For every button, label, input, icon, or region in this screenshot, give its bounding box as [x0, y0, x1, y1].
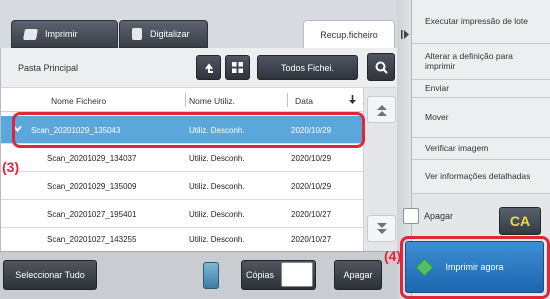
bottom-bar: Seleccionar Tudo Cópias Apagar [0, 251, 397, 299]
copies-input[interactable] [281, 262, 313, 287]
file-row[interactable]: Scan_20201029_134037 Utiliz. Desconh. 20… [1, 144, 363, 172]
print-icon [23, 28, 38, 40]
tab-scan[interactable]: Digitalizar [119, 20, 208, 48]
folder-path-label: Pasta Principal [18, 63, 79, 73]
clear-all-label: CA [509, 213, 531, 229]
storage-device-icon [203, 262, 219, 289]
all-files-filter-button[interactable]: Todos Fichei. [257, 55, 358, 80]
delete-checkbox-label: Apagar [424, 211, 454, 221]
tab-print[interactable]: Imprimir [11, 20, 118, 48]
file-date: 2020/10/27 [291, 235, 332, 244]
file-date: 2020/10/29 [291, 182, 332, 191]
callout-label-3: (3) [2, 159, 20, 175]
file-name: Scan_20201027_143255 [47, 235, 137, 244]
column-divider [185, 93, 186, 107]
column-divider [287, 93, 288, 107]
menu-move[interactable]: Mover [412, 98, 550, 138]
callout-box-selected-row [12, 112, 365, 148]
menu-batch-print-label: Executar impressão de lote [425, 15, 528, 26]
clear-all-button[interactable]: CA [499, 207, 541, 235]
file-row[interactable]: Scan_20201027_143255 Utiliz. Desconh. 20… [1, 228, 363, 251]
scrollbar[interactable] [363, 88, 398, 251]
file-name: Scan_20201029_134037 [47, 154, 137, 163]
file-row[interactable]: Scan_20201029_135009 Utiliz. Desconh. 20… [1, 172, 363, 200]
scroll-up-button[interactable] [367, 96, 396, 123]
delete-button-label: Apagar [343, 270, 373, 280]
all-files-filter-label: Todos Fichei. [280, 62, 335, 73]
file-panel: Pasta Principal Todos Fichei. Nome Fiche… [0, 48, 398, 251]
file-row[interactable]: Scan_20201027_195401 Utiliz. Desconh. 20… [1, 200, 363, 228]
grid-view-icon [232, 62, 243, 73]
menu-send[interactable]: Enviar [412, 80, 550, 98]
menu-detailed-info-label: Ver informações detalhadas [425, 170, 531, 181]
menu-change-print-settings-label: Alterar a definição para imprimir [425, 50, 513, 71]
select-all-button[interactable]: Seleccionar Tudo [3, 260, 97, 290]
tab-file-retrieve[interactable]: Recup.ficheiro [303, 20, 395, 48]
path-bar: Pasta Principal Todos Fichei. [1, 48, 398, 88]
menu-move-label: Mover [425, 111, 449, 122]
scan-icon [132, 28, 142, 40]
callout-label-4: (4) [384, 248, 402, 264]
file-user: Utiliz. Desconh. [189, 154, 245, 163]
menu-send-label: Enviar [425, 82, 450, 93]
file-user: Utiliz. Desconh. [189, 235, 245, 244]
callout-box-print-now [400, 236, 550, 299]
file-user: Utiliz. Desconh. [189, 182, 245, 191]
column-header-filename[interactable]: Nome Ficheiro [51, 96, 106, 106]
select-all-label: Seleccionar Tudo [15, 270, 85, 280]
file-user: Utiliz. Desconh. [189, 210, 245, 219]
collapse-arrow-icon [401, 30, 409, 39]
file-date: 2020/10/27 [291, 210, 332, 219]
file-name: Scan_20201027_195401 [47, 210, 137, 219]
column-header-username[interactable]: Nome Utiliz. [189, 96, 235, 106]
delete-button[interactable]: Apagar [334, 260, 382, 290]
search-button[interactable] [367, 53, 395, 81]
grid-view-button[interactable] [225, 55, 250, 80]
folder-up-icon [204, 62, 213, 73]
sort-down-icon[interactable] [348, 95, 357, 105]
file-date: 2020/10/29 [291, 154, 332, 163]
scroll-down-button[interactable] [367, 215, 396, 242]
file-list-header: Nome Ficheiro Nome Utiliz. Data [1, 88, 363, 112]
menu-check-image[interactable]: Verificar imagem [412, 138, 550, 160]
column-header-date[interactable]: Data [295, 96, 313, 106]
scroll-down-icon [376, 222, 387, 234]
search-icon [375, 61, 388, 74]
menu-change-print-settings[interactable]: Alterar a definição para imprimir [412, 44, 550, 80]
tab-print-label: Imprimir [45, 29, 78, 39]
file-name: Scan_20201029_135009 [47, 182, 137, 191]
menu-check-image-label: Verificar imagem [425, 142, 489, 153]
scroll-up-icon [376, 104, 387, 116]
tab-scan-label: Digitalizar [150, 29, 190, 39]
menu-batch-print[interactable]: Executar impressão de lote [412, 0, 550, 44]
copies-label: Cópias [246, 270, 275, 280]
menu-detailed-info[interactable]: Ver informações detalhadas [412, 160, 550, 194]
tab-file-retrieve-label: Recup.ficheiro [320, 29, 378, 40]
delete-checkbox[interactable] [403, 208, 419, 224]
folder-up-button[interactable] [196, 55, 221, 80]
tab-bar: Imprimir Digitalizar Recup.ficheiro [0, 0, 397, 48]
